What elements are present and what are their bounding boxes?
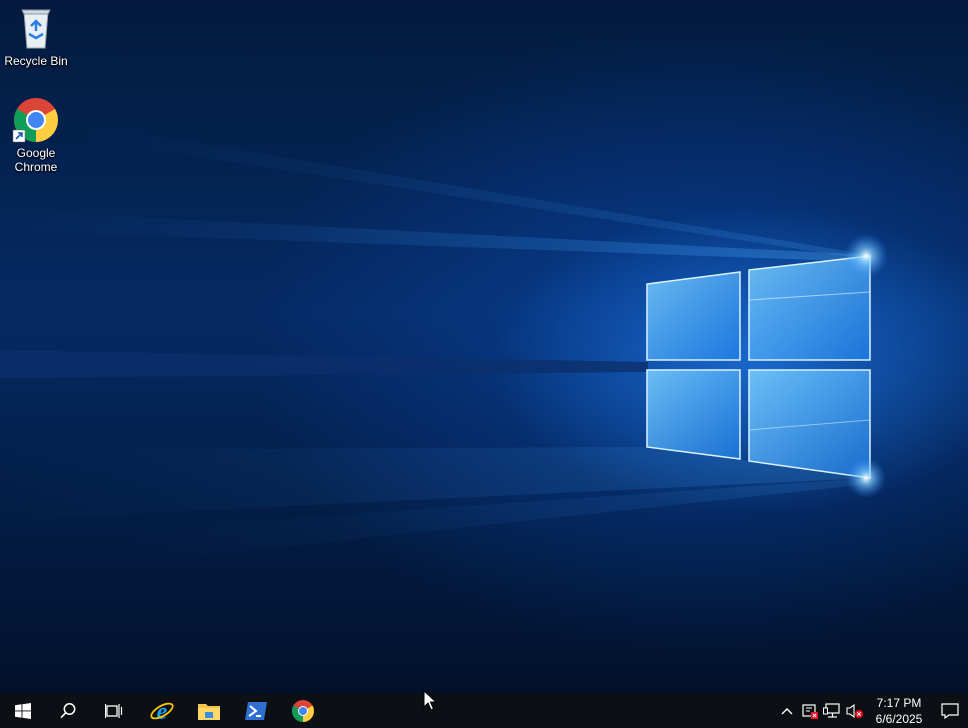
windows-logo-icon <box>15 703 31 719</box>
taskbar-powershell[interactable] <box>233 694 279 728</box>
tray-clock[interactable]: 7:17 PM 6/6/2025 <box>866 694 932 728</box>
mouse-cursor-icon <box>423 690 437 711</box>
powershell-icon <box>245 702 267 720</box>
tray-network-button[interactable] <box>822 694 842 728</box>
internet-explorer-icon: e <box>150 699 174 724</box>
desktop-icon-recycle-bin[interactable]: Recycle Bin <box>0 4 72 68</box>
task-view-button[interactable] <box>91 694 137 728</box>
search-button[interactable] <box>45 694 91 728</box>
tray-security-button[interactable] <box>800 694 820 728</box>
desktop[interactable]: Recycle Bin Google Chrome <box>0 0 968 694</box>
desktop-icon-label: Recycle Bin <box>4 54 68 68</box>
chrome-icon <box>12 96 60 144</box>
desktop-icon-google-chrome[interactable]: Google Chrome <box>0 96 72 174</box>
clock-time: 7:17 PM <box>876 696 922 710</box>
taskbar: e 7:17 PM 6/6/2025 <box>0 694 968 728</box>
chrome-icon <box>292 700 314 722</box>
network-icon <box>823 703 840 718</box>
recycle-bin-icon <box>12 4 60 52</box>
wallpaper <box>0 120 888 560</box>
desktop-icon-label: Google Chrome <box>14 146 58 174</box>
start-button[interactable] <box>0 694 46 728</box>
taskbar-chrome[interactable] <box>280 694 326 728</box>
notification-icon <box>941 703 959 719</box>
taskbar-file-explorer[interactable] <box>186 694 232 728</box>
taskbar-internet-explorer[interactable]: e <box>139 694 185 728</box>
svg-text:e: e <box>157 699 168 724</box>
clock-date: 6/6/2025 <box>875 712 923 726</box>
folder-icon <box>198 704 220 720</box>
tray-overflow-button[interactable] <box>778 694 796 728</box>
chevron-up-icon <box>781 708 793 715</box>
security-warning-icon <box>802 704 818 719</box>
tray-volume-button[interactable] <box>845 694 865 728</box>
action-center-button[interactable] <box>936 694 964 728</box>
task-view-icon <box>105 704 123 718</box>
search-icon <box>60 703 76 719</box>
volume-muted-icon <box>846 703 863 719</box>
